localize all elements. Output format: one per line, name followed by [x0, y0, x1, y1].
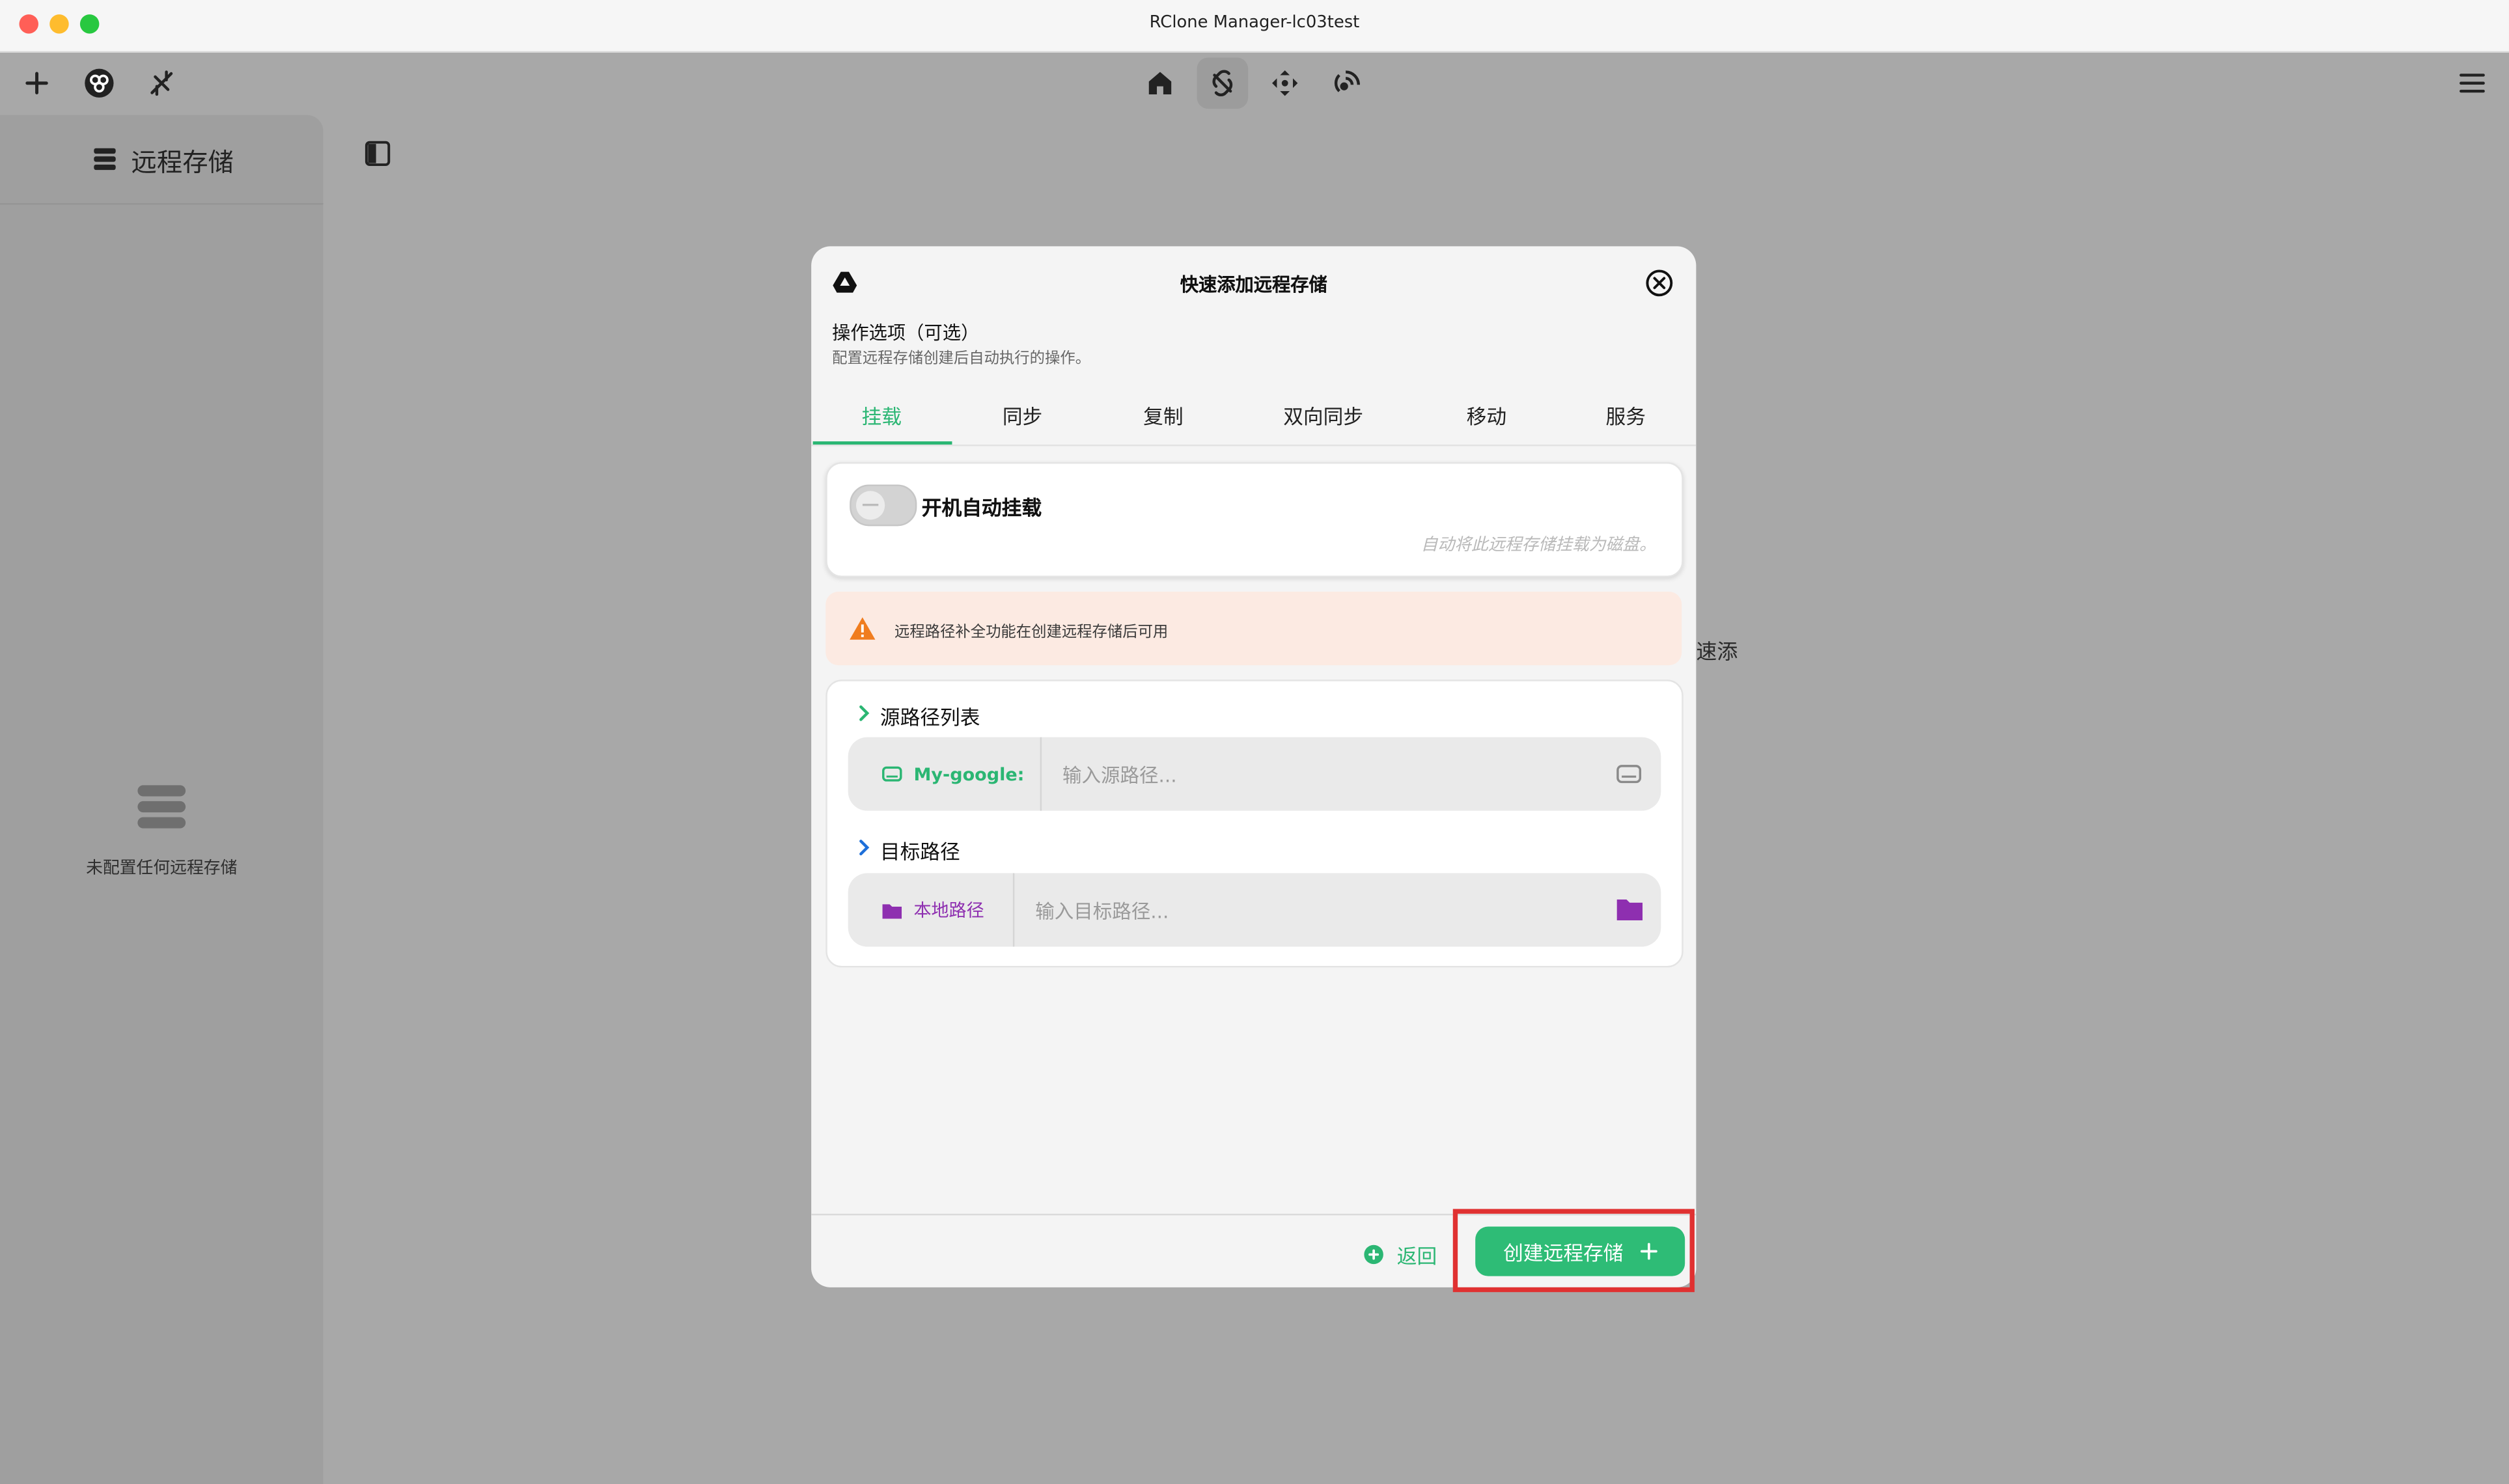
active-tab-indicator	[812, 441, 952, 445]
tab-copy[interactable]: 复制	[1093, 400, 1234, 430]
sync-icon[interactable]	[1262, 61, 1307, 105]
folder-icon	[882, 903, 902, 918]
folder-browse-icon[interactable]	[1616, 897, 1643, 921]
sidebar: 远程存储 未配置任何远程存储	[0, 115, 324, 1484]
tab-serve[interactable]: 服务	[1555, 400, 1696, 430]
highlight-box	[1452, 1209, 1695, 1293]
chevron-right-icon[interactable]	[856, 704, 872, 722]
source-path-row: My-google: 输入源路径...	[848, 737, 1661, 811]
target-local-chip[interactable]: 本地路径	[848, 873, 1015, 947]
app-window: RClone Manager-lc03test 远程存储 未配置任何远程存储 速…	[0, 0, 2509, 1484]
tab-sync[interactable]: 同步	[952, 400, 1092, 430]
target-path-input[interactable]: 输入目标路径...	[1035, 897, 1169, 924]
title-bar: RClone Manager-lc03test	[0, 0, 2509, 53]
alert-text: 远程路径补全功能在创建远程存储后可用	[894, 624, 1169, 642]
tab-bisync[interactable]: 双向同步	[1253, 400, 1394, 430]
hamburger-menu-icon[interactable]	[2450, 61, 2495, 105]
tab-mount[interactable]: 挂载	[811, 400, 952, 430]
toolbar	[0, 53, 2509, 115]
no-connection-icon[interactable]	[139, 61, 184, 105]
source-path-input[interactable]: 输入源路径...	[1062, 761, 1177, 788]
home-icon[interactable]	[1138, 61, 1183, 105]
empty-storage-icon	[137, 785, 186, 829]
server-list-icon	[94, 148, 116, 171]
sidebar-empty-text: 未配置任何远程存储	[86, 859, 238, 878]
path-completion-alert: 远程路径补全功能在创建远程存储后可用	[825, 592, 1682, 666]
back-button[interactable]: 返回	[1363, 1239, 1437, 1270]
auto-mount-description: 自动将此远程存储挂载为磁盘。	[1421, 536, 1656, 555]
chevron-right-icon[interactable]	[856, 838, 872, 857]
sidebar-toggle-icon[interactable]	[365, 141, 391, 167]
drive-icon	[882, 766, 902, 782]
back-icon	[1364, 1244, 1383, 1265]
paths-card: 源路径列表 My-google: 输入源路径... 目标路径 本地路径 输入目标…	[825, 680, 1684, 968]
mount-icon[interactable]	[1197, 57, 1249, 109]
drive-browse-icon[interactable]	[1616, 764, 1642, 784]
target-path-row: 本地路径 输入目标路径...	[848, 873, 1661, 947]
target-section-title: 目标路径	[880, 839, 960, 864]
minus-icon	[862, 503, 879, 506]
warning-icon	[850, 617, 876, 640]
toggle-knob	[855, 491, 885, 520]
auto-mount-card: 开机自动挂载 自动将此远程存储挂载为磁盘。	[825, 462, 1684, 577]
background-partial-text: 速添	[1696, 641, 1738, 666]
window-title: RClone Manager-lc03test	[1149, 12, 1360, 33]
dialog-title: 快速添加远程存储	[1180, 273, 1327, 296]
options-title: 操作选项（可选）	[832, 321, 980, 344]
auto-mount-label: 开机自动挂载	[921, 495, 1042, 520]
source-section-title: 源路径列表	[880, 705, 980, 730]
target-local-label: 本地路径	[913, 900, 984, 922]
tab-move[interactable]: 移动	[1416, 400, 1557, 430]
back-label: 返回	[1396, 1244, 1437, 1269]
sidebar-title: 远程存储	[131, 147, 234, 178]
close-icon[interactable]	[1645, 269, 1674, 297]
options-description: 配置远程存储创建后自动执行的操作。	[832, 350, 1091, 368]
rclone-logo-icon[interactable]	[77, 61, 122, 105]
source-remote-chip[interactable]: My-google:	[848, 737, 1042, 811]
auto-mount-toggle[interactable]	[850, 484, 917, 527]
serve-icon[interactable]	[1325, 61, 1370, 105]
source-remote-label: My-google:	[913, 763, 1025, 785]
sidebar-header: 远程存储	[0, 115, 324, 205]
quick-add-dialog: 快速添加远程存储 操作选项（可选） 配置远程存储创建后自动执行的操作。 挂载 同…	[811, 246, 1697, 1287]
plus-icon[interactable]	[14, 61, 59, 105]
operation-tabs: 挂载 同步 复制 双向同步 移动 服务	[811, 384, 1697, 447]
